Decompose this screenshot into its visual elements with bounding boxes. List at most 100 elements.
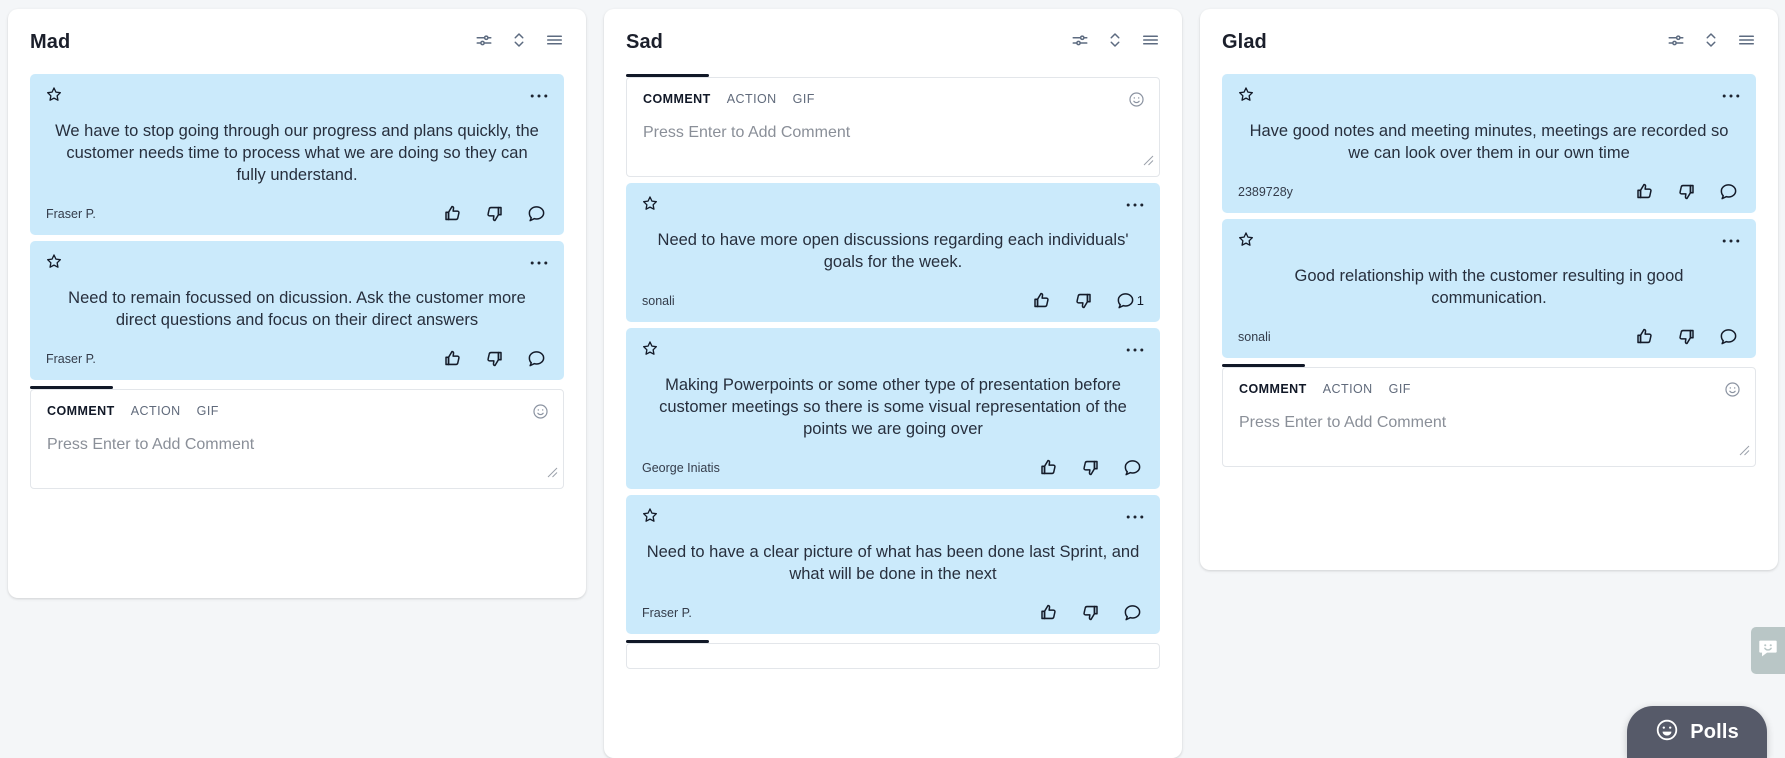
feedback-card[interactable]: Need to remain focussed on dicussion. As… [30,241,564,380]
filter-sliders-icon[interactable] [1071,31,1089,54]
thumbs-up-icon[interactable] [443,204,464,223]
composer-box[interactable]: COMMENT ACTION GIF Press Enter to Add Co… [30,389,564,489]
sort-updown-icon[interactable] [512,31,526,54]
tab-comment[interactable]: COMMENT [643,92,711,106]
list-menu-icon[interactable] [1737,31,1756,54]
card-text: Good relationship with the customer resu… [1294,267,1684,307]
card-top [642,195,1144,213]
feedback-card[interactable]: Need to have a clear picture of what has… [626,495,1160,634]
thumbs-up-icon[interactable] [1635,182,1656,201]
tab-comment[interactable]: COMMENT [47,404,115,418]
composer-box[interactable] [626,643,1160,669]
tab-comment[interactable]: COMMENT [1239,382,1307,396]
smiley-icon[interactable] [532,403,549,425]
comment-input[interactable]: Press Enter to Add Comment [47,436,547,454]
comment-bubble-icon[interactable] [1719,182,1740,201]
smiley-icon[interactable] [1128,91,1145,113]
card-author: Fraser P. [46,206,96,221]
card-text: Have good notes and meeting minutes, mee… [1249,122,1729,162]
chat-smiley-icon [1757,637,1779,664]
comment-bubble-icon[interactable] [1123,603,1144,622]
star-icon[interactable] [642,195,658,216]
card-footer: Fraser P. [642,603,1144,622]
list-menu-icon[interactable] [1141,31,1160,54]
comment-input[interactable]: Press Enter to Add Comment [643,124,1143,142]
card-text: Need to have a clear picture of what has… [646,543,1140,583]
feedback-card[interactable]: Good relationship with the customer resu… [1222,219,1756,358]
tab-action[interactable]: ACTION [131,404,181,418]
card-footer: George Iniatis [642,458,1144,477]
star-icon[interactable] [1238,231,1254,252]
filter-sliders-icon[interactable] [475,31,493,54]
thumbs-up-icon[interactable] [1032,291,1053,310]
feedback-card[interactable]: Have good notes and meeting minutes, mee… [1222,74,1756,213]
tab-gif[interactable]: GIF [197,404,219,418]
tab-gif[interactable]: GIF [1389,382,1411,396]
star-icon[interactable] [46,86,62,107]
comment-input[interactable]: Press Enter to Add Comment [1239,414,1739,432]
comment-bubble-icon[interactable] [527,204,548,223]
thumbs-down-icon[interactable] [1074,291,1095,310]
sort-updown-icon[interactable] [1108,31,1122,54]
tab-gif[interactable]: GIF [793,92,815,106]
card-more-options-icon[interactable] [1126,507,1144,525]
comment-bubble-icon[interactable] [1123,458,1144,477]
comment-composer-top: COMMENT ACTION GIF Press Enter to Add Co… [626,74,1160,177]
column-title: Mad [30,31,71,53]
filter-sliders-icon[interactable] [1667,31,1685,54]
smiley-icon[interactable] [1724,381,1741,403]
thumbs-down-icon[interactable] [1081,458,1102,477]
column-title: Glad [1222,31,1267,53]
star-icon[interactable] [46,253,62,274]
card-text: Need to have more open discussions regar… [657,231,1129,271]
card-footer: 2389728y [1238,182,1740,201]
card-more-options-icon[interactable] [1722,86,1740,104]
card-actions [1635,327,1740,346]
thumbs-down-icon[interactable] [485,204,506,223]
tab-action[interactable]: ACTION [727,92,777,106]
card-more-options-icon[interactable] [1722,231,1740,249]
composer-box[interactable]: COMMENT ACTION GIF Press Enter to Add Co… [626,77,1160,177]
feedback-card[interactable]: Need to have more open discussions regar… [626,183,1160,322]
card-author: Fraser P. [642,605,692,620]
resize-grip-icon[interactable] [546,465,558,483]
resize-grip-icon[interactable] [1738,443,1750,461]
resize-grip-icon[interactable] [1142,153,1154,171]
polls-button[interactable]: Polls [1627,706,1767,758]
feedback-card[interactable]: We have to stop going through our progre… [30,74,564,235]
thumbs-down-icon[interactable] [1677,182,1698,201]
card-more-options-icon[interactable] [1126,195,1144,213]
sort-updown-icon[interactable] [1704,31,1718,54]
card-more-options-icon[interactable] [530,253,548,271]
column-header: Glad [1200,9,1778,74]
card-more-options-icon[interactable] [1126,340,1144,358]
feedback-card[interactable]: Making Powerpoints or some other type of… [626,328,1160,489]
thumbs-down-icon[interactable] [1677,327,1698,346]
thumbs-down-icon[interactable] [485,349,506,368]
card-top [642,507,1144,525]
star-icon[interactable] [1238,86,1254,107]
thumbs-up-icon[interactable] [1635,327,1656,346]
feedback-tab-button[interactable] [1751,627,1785,674]
star-icon[interactable] [642,507,658,528]
thumbs-down-icon[interactable] [1081,603,1102,622]
thumbs-up-icon[interactable] [1039,603,1060,622]
composer-box[interactable]: COMMENT ACTION GIF Press Enter to Add Co… [1222,367,1756,467]
comment-bubble-icon[interactable] [527,349,548,368]
card-footer: sonali [1238,327,1740,346]
column-tools [1071,31,1160,54]
tab-action[interactable]: ACTION [1323,382,1373,396]
column-mad: Mad We have to stop going through our pr… [8,9,586,598]
comment-bubble-icon[interactable]: 1 [1116,291,1144,310]
star-icon[interactable] [642,340,658,361]
card-more-options-icon[interactable] [530,86,548,104]
column-title: Sad [626,31,663,53]
thumbs-up-icon[interactable] [1039,458,1060,477]
card-author: 2389728y [1238,184,1293,199]
list-menu-icon[interactable] [545,31,564,54]
composer-tabs: COMMENT ACTION GIF [643,92,1143,106]
composer-tabs: COMMENT ACTION GIF [47,404,547,418]
thumbs-up-icon[interactable] [443,349,464,368]
card-actions [443,349,548,368]
comment-bubble-icon[interactable] [1719,327,1740,346]
